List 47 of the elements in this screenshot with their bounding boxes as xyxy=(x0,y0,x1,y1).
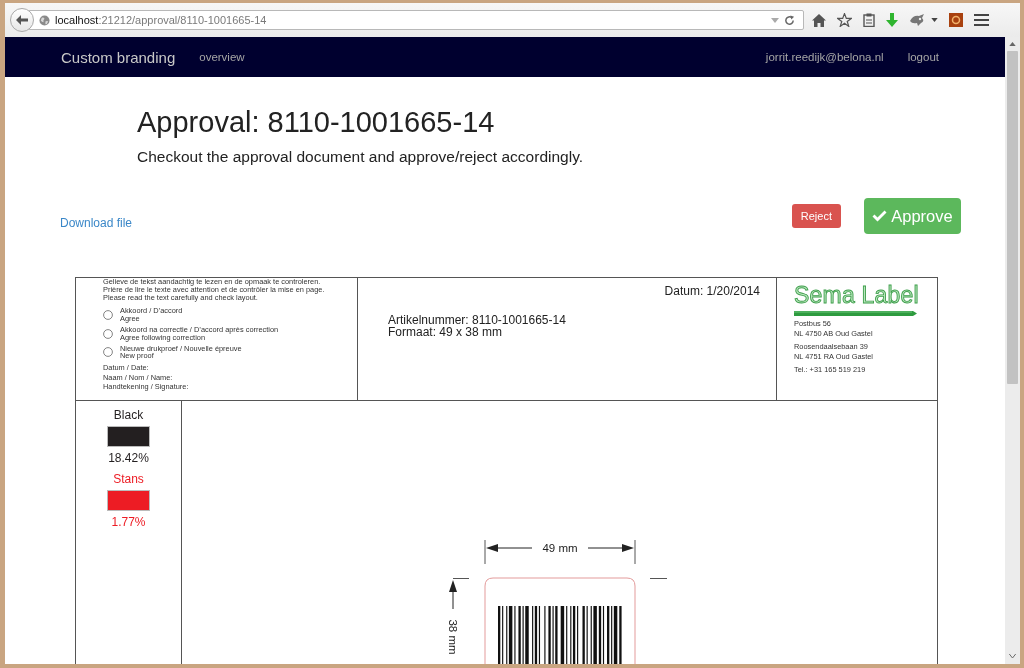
radio-button[interactable] xyxy=(103,310,113,321)
color-name: Black xyxy=(113,408,144,422)
radio-button[interactable] xyxy=(103,347,113,358)
scroll-down-icon[interactable] xyxy=(1009,654,1016,658)
brand-link[interactable]: Custom branding xyxy=(61,48,176,66)
page-title: Approval: 8110-1001665-14 xyxy=(137,105,496,139)
scroll-up-icon[interactable] xyxy=(1009,42,1016,46)
addon-icon[interactable] xyxy=(949,13,963,27)
scrollbar-thumb[interactable] xyxy=(1007,51,1018,384)
nav-link[interactable]: overview xyxy=(199,51,245,63)
extension-line xyxy=(634,539,636,565)
star-icon[interactable] xyxy=(837,13,852,27)
height-label: 38 mm xyxy=(447,619,459,655)
globe-icon xyxy=(39,14,50,26)
scrollbar[interactable] xyxy=(1005,37,1020,664)
clipboard-icon[interactable] xyxy=(863,13,875,27)
download-link[interactable]: Download file xyxy=(60,216,133,230)
crop-mark xyxy=(649,578,668,579)
extension-icon[interactable] xyxy=(909,14,926,26)
color-name: Stans xyxy=(113,472,144,486)
dimension-arrow xyxy=(587,544,634,552)
page-subtitle: Checkout the approval document and approve/reject accordingly. xyxy=(137,147,585,167)
label-format: Formaat: 49 x 38 mm xyxy=(388,326,504,338)
user-email-link[interactable]: jorrit.reedijk@belona.nl xyxy=(765,51,884,63)
download-icon[interactable] xyxy=(886,13,898,27)
color-coverage: 1.77% xyxy=(111,515,146,529)
stripe-icon xyxy=(794,311,917,316)
caret-icon[interactable] xyxy=(931,18,938,22)
menu-icon[interactable] xyxy=(974,14,989,26)
address-bar[interactable]: localhost:21212/approval/8110-1001665-14 xyxy=(28,10,804,30)
color-coverage: 18.42% xyxy=(108,451,149,465)
reject-button[interactable]: Reject xyxy=(791,204,841,228)
check-icon xyxy=(872,210,888,222)
document-date: Datum: 1/20/2014 xyxy=(664,285,760,297)
dimension-arrow xyxy=(486,544,533,552)
crop-mark xyxy=(452,578,470,579)
dimension-arrow xyxy=(449,580,457,610)
back-button[interactable] xyxy=(10,8,34,32)
reload-icon[interactable] xyxy=(784,14,795,26)
article-number: Artikelnummer: 8110-1001665-14 xyxy=(388,314,567,326)
extension-line xyxy=(484,539,486,565)
home-icon[interactable] xyxy=(812,13,826,27)
company-logo-text: Sema Label xyxy=(794,283,920,307)
back-arrow-icon xyxy=(16,15,28,25)
logout-link[interactable]: logout xyxy=(907,51,939,63)
radio-button[interactable] xyxy=(103,328,113,339)
width-label: 49 mm xyxy=(542,542,578,554)
